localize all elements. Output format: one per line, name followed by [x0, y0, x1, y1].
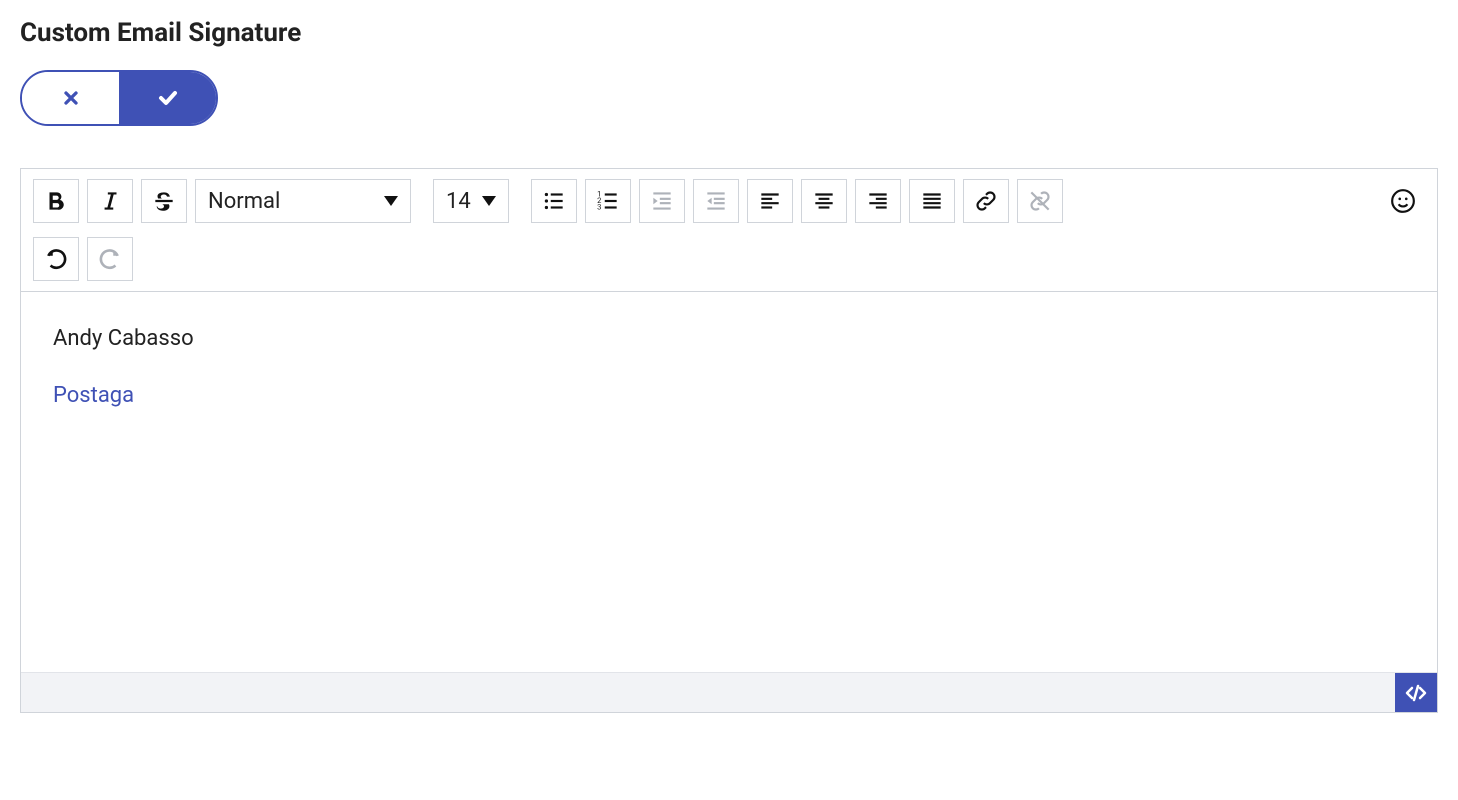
paragraph-style-select[interactable]: Normal [195, 179, 411, 223]
unordered-list-button[interactable] [531, 179, 577, 223]
signature-editor: Normal 14 123 [20, 168, 1438, 713]
align-justify-button[interactable] [909, 179, 955, 223]
code-icon [1404, 681, 1428, 705]
outdent-button[interactable] [693, 179, 739, 223]
align-center-button[interactable] [801, 179, 847, 223]
page-title: Custom Email Signature [20, 18, 1438, 48]
align-right-icon [865, 188, 891, 214]
undo-icon [43, 246, 69, 272]
redo-button[interactable] [87, 237, 133, 281]
chevron-down-icon [482, 196, 496, 206]
paragraph-style-value: Normal [208, 189, 280, 214]
italic-icon [97, 188, 123, 214]
signature-toggle [20, 70, 218, 126]
italic-button[interactable] [87, 179, 133, 223]
bold-button[interactable] [33, 179, 79, 223]
strike-button[interactable] [141, 179, 187, 223]
emoji-button[interactable] [1381, 179, 1425, 223]
bold-icon [43, 188, 69, 214]
signature-line: Andy Cabasso [53, 324, 1405, 355]
editor-footer [21, 672, 1437, 712]
list-bullet-icon [541, 188, 567, 214]
align-right-button[interactable] [855, 179, 901, 223]
redo-icon [97, 246, 123, 272]
smile-icon [1390, 188, 1416, 214]
list-number-icon: 123 [595, 188, 621, 214]
check-icon [156, 86, 180, 110]
outdent-icon [703, 188, 729, 214]
unlink-icon [1027, 188, 1053, 214]
toggle-off-button[interactable] [22, 72, 119, 124]
editor-content[interactable]: Andy Cabasso Postaga [21, 292, 1437, 672]
indent-icon [649, 188, 675, 214]
link-icon [973, 188, 999, 214]
editor-toolbar: Normal 14 123 [21, 169, 1437, 292]
align-left-button[interactable] [747, 179, 793, 223]
chevron-down-icon [384, 196, 398, 206]
align-center-icon [811, 188, 837, 214]
unlink-button[interactable] [1017, 179, 1063, 223]
align-left-icon [757, 188, 783, 214]
signature-link[interactable]: Postaga [53, 383, 134, 408]
font-size-select[interactable]: 14 [433, 179, 509, 223]
svg-text:3: 3 [597, 203, 601, 212]
strikethrough-icon [151, 188, 177, 214]
font-size-value: 14 [446, 189, 471, 214]
indent-button[interactable] [639, 179, 685, 223]
align-justify-icon [919, 188, 945, 214]
code-view-button[interactable] [1395, 673, 1437, 712]
link-button[interactable] [963, 179, 1009, 223]
close-icon [61, 88, 81, 108]
toggle-on-button[interactable] [119, 72, 216, 124]
undo-button[interactable] [33, 237, 79, 281]
ordered-list-button[interactable]: 123 [585, 179, 631, 223]
